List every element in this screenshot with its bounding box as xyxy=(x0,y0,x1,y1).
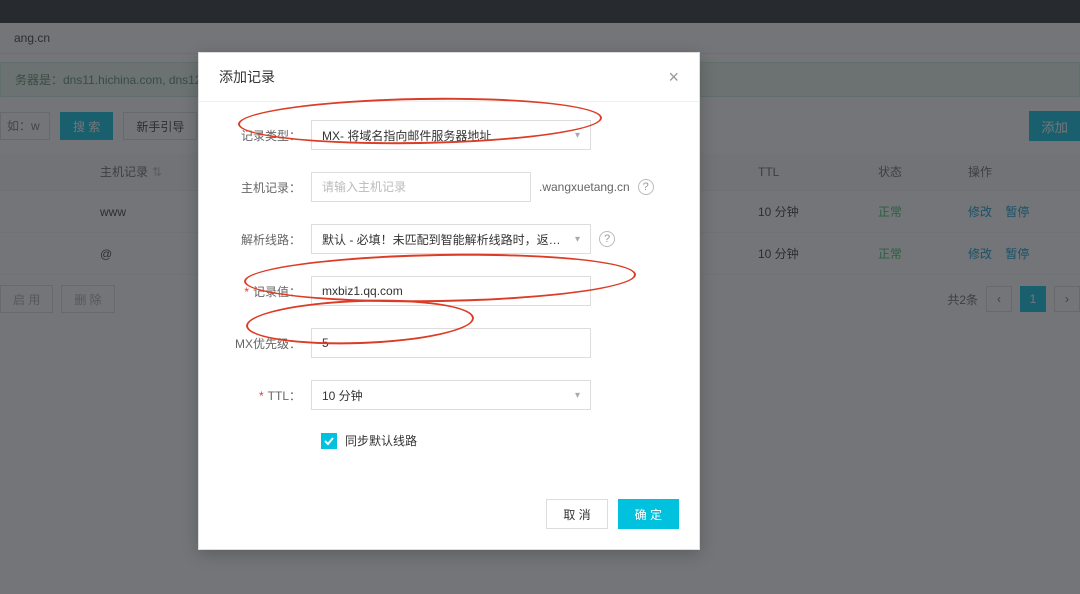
add-record-modal: 添加记录 × 记录类型： MX- 将域名指向邮件服务器地址▾ 主机记录： .wa… xyxy=(198,52,700,550)
sync-default-line-checkbox[interactable] xyxy=(321,433,337,449)
sync-default-line-label: 同步默认线路 xyxy=(345,432,417,449)
help-icon[interactable]: ? xyxy=(599,231,615,247)
cancel-button[interactable]: 取 消 xyxy=(546,499,607,529)
close-icon[interactable]: × xyxy=(668,68,679,86)
label-host: 主机记录： xyxy=(223,179,311,196)
record-type-select[interactable]: MX- 将域名指向邮件服务器地址▾ xyxy=(311,120,591,150)
host-record-input[interactable] xyxy=(311,172,531,202)
chevron-down-icon: ▾ xyxy=(575,390,580,401)
chevron-down-icon: ▾ xyxy=(575,130,580,141)
ttl-select[interactable]: 10 分钟▾ xyxy=(311,380,591,410)
mx-priority-input[interactable] xyxy=(311,328,591,358)
label-line: 解析线路： xyxy=(223,231,311,248)
label-mx: MX优先级： xyxy=(223,335,311,352)
resolve-line-select[interactable]: 默认 - 必填！未匹配到智能解析线路时，返回【默认】线路...▾ xyxy=(311,224,591,254)
label-ttl: *TTL： xyxy=(223,387,311,404)
modal-title: 添加记录 xyxy=(219,67,275,87)
record-value-input[interactable] xyxy=(311,276,591,306)
chevron-down-icon: ▾ xyxy=(575,234,580,245)
ok-button[interactable]: 确 定 xyxy=(618,499,679,529)
label-value: *记录值： xyxy=(223,283,311,300)
help-icon[interactable]: ? xyxy=(638,179,654,195)
host-suffix: .wangxuetang.cn xyxy=(539,180,630,194)
check-icon xyxy=(323,435,335,447)
label-type: 记录类型： xyxy=(223,127,311,144)
